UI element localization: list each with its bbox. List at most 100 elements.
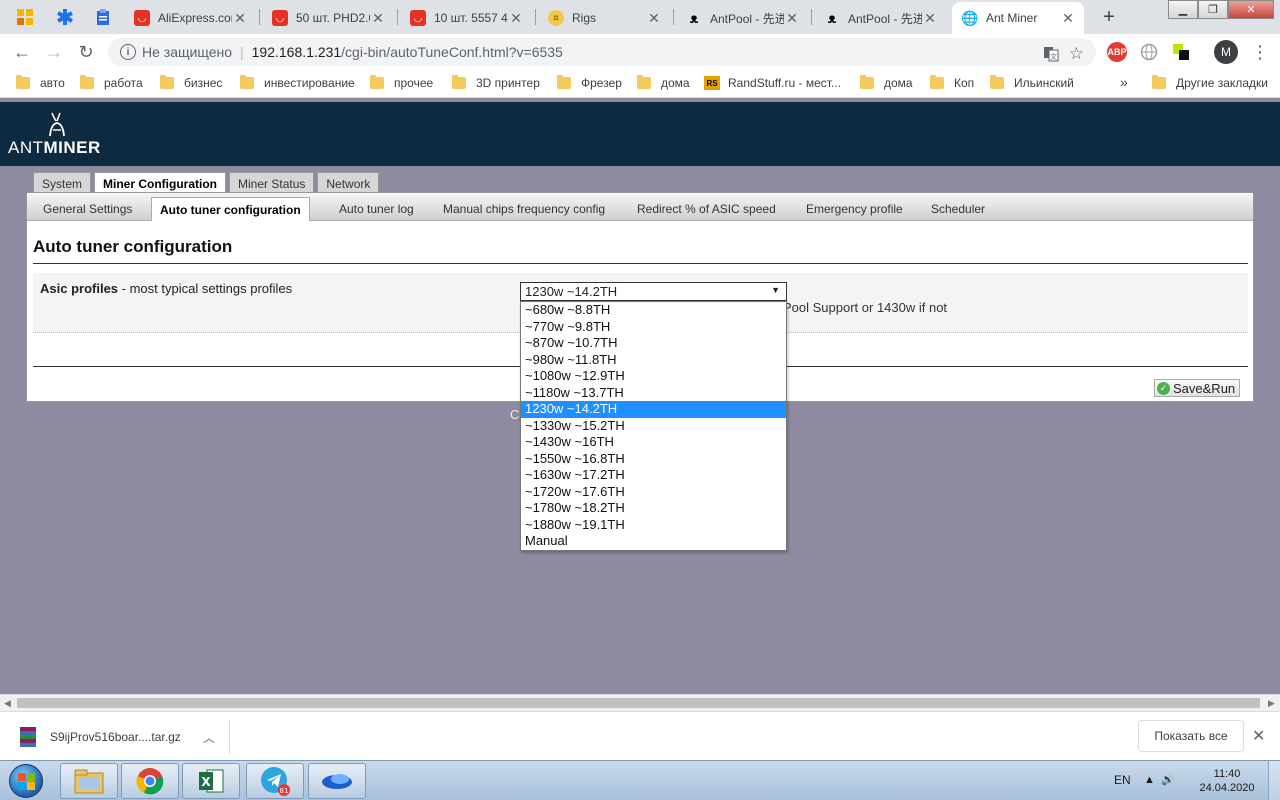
browser-tab[interactable]: ◡ 50 шт. PHD2.0 ✕ [262, 2, 394, 34]
main-tab[interactable]: Miner Status [229, 172, 315, 194]
translate-icon[interactable]: 文 [1043, 46, 1059, 62]
show-desktop-button[interactable] [1268, 761, 1280, 800]
info-icon[interactable]: i [120, 44, 136, 60]
main-tab[interactable]: System [33, 172, 92, 194]
browser-tab[interactable]: 🌐 Ant Miner ✕ [952, 2, 1084, 34]
sub-tab[interactable]: General Settings [35, 197, 140, 221]
main-tab[interactable]: Miner Configuration [94, 172, 227, 194]
volume-icon[interactable]: 🔊 [1161, 774, 1175, 786]
browser-tab[interactable]: ◡ 10 шт. 5557 4 ✕ [400, 2, 532, 34]
taskbar-chrome[interactable] [121, 763, 179, 799]
pinned-tab-3[interactable] [84, 0, 122, 34]
bookmark-item[interactable]: 3D принтер [452, 75, 540, 90]
sub-tab[interactable]: Manual chips frequency config [435, 197, 613, 221]
profile-option[interactable]: ~1630w ~17.2TH [521, 467, 786, 484]
chevron-up-icon[interactable]: ︿ [203, 729, 215, 746]
profile-option[interactable]: ~1430w ~16TH [521, 434, 786, 451]
browser-tab[interactable]: ¤ Rigs ✕ [538, 2, 670, 34]
profile-option[interactable]: ~1080w ~12.9TH [521, 368, 786, 385]
download-item[interactable]: S9ijProv516boar....tar.gz ︿ [10, 720, 230, 754]
profile-option[interactable]: ~870w ~10.7TH [521, 335, 786, 352]
pinned-tab-2[interactable] [46, 0, 84, 34]
show-all-downloads-button[interactable]: Показать все [1138, 720, 1244, 752]
tab-close-icon[interactable]: ✕ [784, 10, 800, 27]
profile-option[interactable]: Manual [521, 533, 786, 550]
profile-option[interactable]: ~770w ~9.8TH [521, 319, 786, 336]
forward-button[interactable]: → [42, 40, 66, 64]
scroll-right-icon[interactable]: ▶ [1268, 698, 1275, 709]
system-tray[interactable]: ▲ 🔊 [1144, 773, 1175, 786]
adblock-icon[interactable]: ABP [1107, 42, 1127, 62]
sub-tab[interactable]: Auto tuner configuration [151, 197, 310, 221]
bookmark-item[interactable]: работа [80, 75, 143, 90]
start-button[interactable] [4, 762, 48, 800]
star-icon[interactable]: ☆ [1069, 44, 1084, 64]
save-run-button[interactable]: ✓ Save&Run [1154, 379, 1241, 397]
profile-option[interactable]: ~1720w ~17.6TH [521, 484, 786, 501]
sub-tab[interactable]: Auto tuner log [331, 197, 422, 221]
taskbar-telegram[interactable]: 81 [246, 763, 304, 799]
bookmarks-overflow-button[interactable]: » [1120, 74, 1128, 90]
browser-tab[interactable]: ᴥ AntPool - 先进 ✕ [814, 2, 946, 34]
profile-option[interactable]: ~980w ~11.8TH [521, 352, 786, 369]
sub-tab[interactable]: Emergency profile [798, 197, 911, 221]
pinned-tab-1[interactable] [6, 0, 44, 34]
profile-option[interactable]: 1230w ~14.2TH [521, 401, 786, 418]
folder-icon [557, 75, 571, 89]
window-controls: ▁ ❐ ✕ [1168, 0, 1274, 19]
profile-option[interactable]: ~1550w ~16.8TH [521, 451, 786, 468]
minimize-button[interactable]: ▁ [1168, 0, 1198, 19]
profile-avatar[interactable]: M [1214, 40, 1238, 64]
taskbar-explorer[interactable] [60, 763, 118, 799]
tab-close-icon[interactable]: ✕ [646, 10, 662, 27]
bookmark-item[interactable]: RS RandStuff.ru - мест... [704, 76, 841, 90]
asic-profile-options: ~680w ~8.8TH ~770w ~9.8TH ~870w ~10.7TH ~98… [520, 301, 787, 551]
main-tab[interactable]: Network [317, 172, 380, 194]
taskbar-clock[interactable]: 11:40 24.04.2020 [1196, 767, 1258, 795]
close-window-button[interactable]: ✕ [1228, 0, 1274, 19]
language-indicator[interactable]: EN [1114, 773, 1131, 787]
reload-button[interactable]: ↻ [74, 40, 98, 64]
bookmark-item[interactable]: бизнес [160, 75, 222, 90]
profile-option[interactable]: ~1330w ~15.2TH [521, 418, 786, 435]
asic-profile-select[interactable]: 1230w ~14.2TH ▼ [520, 282, 787, 301]
taskbar-excel[interactable]: X [182, 763, 240, 799]
globe-extension-icon[interactable] [1139, 42, 1159, 62]
close-shelf-icon[interactable]: ✕ [1252, 726, 1265, 746]
bookmark-item[interactable]: Коп [930, 75, 974, 90]
bookmark-item[interactable]: инвестирование [240, 75, 355, 90]
scroll-left-icon[interactable]: ◀ [4, 698, 11, 709]
profile-option[interactable]: ~680w ~8.8TH [521, 302, 786, 319]
tab-close-icon[interactable]: ✕ [922, 10, 938, 27]
address-bar[interactable]: i Не защищено | 192.168.1.231 /cgi-bin/a… [108, 38, 1096, 66]
sub-tab[interactable]: Scheduler [923, 197, 993, 221]
browser-tab[interactable]: ◡ AliExpress.com✕ [124, 2, 256, 34]
tab-close-icon[interactable]: ✕ [370, 10, 386, 27]
scrollbar-thumb[interactable] [17, 698, 1260, 708]
color-extension-icon[interactable] [1171, 42, 1191, 62]
sub-tab[interactable]: Redirect % of ASIC speed [629, 197, 784, 221]
bookmark-item[interactable]: дома [637, 75, 690, 90]
bookmark-item[interactable]: прочее [370, 75, 433, 90]
browser-tab[interactable]: ᴥ AntPool - 先进 ✕ [676, 2, 808, 34]
profile-option[interactable]: ~1880w ~19.1TH [521, 517, 786, 534]
other-bookmarks[interactable]: Другие закладки [1152, 75, 1268, 90]
dropdown-arrow-icon: ▼ [771, 285, 780, 295]
tray-arrow-icon[interactable]: ▲ [1144, 774, 1155, 786]
back-button[interactable]: ← [10, 40, 34, 64]
antminer-logo: ANTMINER [8, 112, 108, 162]
bookmark-item[interactable]: авто [16, 75, 65, 90]
maximize-button[interactable]: ❐ [1198, 0, 1228, 19]
tab-close-icon[interactable]: ✕ [232, 10, 248, 27]
taskbar-app[interactable] [308, 763, 366, 799]
browser-menu-icon[interactable]: ⋮ [1250, 40, 1270, 64]
tab-close-icon[interactable]: ✕ [508, 10, 524, 27]
tab-close-icon[interactable]: ✕ [1060, 10, 1076, 27]
bookmark-item[interactable]: Ильинский [990, 75, 1074, 90]
bookmark-item[interactable]: Фрезер [557, 75, 622, 90]
new-tab-button[interactable]: + [1096, 4, 1122, 30]
profile-option[interactable]: ~1180w ~13.7TH [521, 385, 786, 402]
horizontal-scrollbar[interactable]: ◀ ▶ [0, 694, 1280, 711]
profile-option[interactable]: ~1780w ~18.2TH [521, 500, 786, 517]
bookmark-item[interactable]: дома [860, 75, 913, 90]
